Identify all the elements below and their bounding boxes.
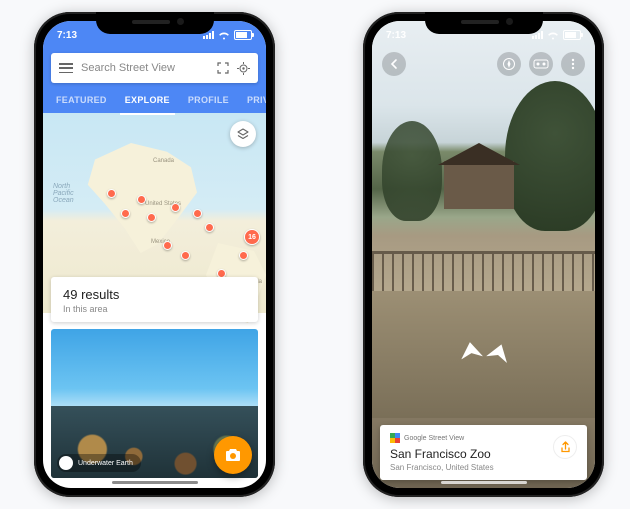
- streetview-toolbar: [382, 51, 585, 77]
- results-card[interactable]: 49 results In this area: [51, 277, 258, 322]
- more-button[interactable]: [561, 52, 585, 76]
- wifi-icon: [218, 31, 230, 40]
- screen-streetview: 7:13: [372, 21, 595, 488]
- map-marker[interactable]: [239, 251, 248, 260]
- wifi-icon: [547, 31, 559, 40]
- scene-tree: [382, 121, 442, 221]
- camera-icon: [224, 447, 242, 463]
- map-marker[interactable]: [181, 251, 190, 260]
- search-bar[interactable]: Search Street View: [51, 53, 258, 83]
- photo-credit: Underwater Earth: [57, 454, 141, 472]
- fullscreen-icon[interactable]: [216, 61, 230, 75]
- home-indicator[interactable]: [112, 481, 198, 484]
- marker-cluster[interactable]: 16: [244, 229, 260, 245]
- google-icon: [390, 433, 400, 443]
- location-title: San Francisco Zoo: [390, 447, 577, 461]
- more-vert-icon: [567, 58, 579, 70]
- results-subtitle: In this area: [63, 304, 246, 314]
- menu-icon[interactable]: [59, 63, 73, 73]
- status-time: 7:13: [57, 30, 77, 41]
- layers-button[interactable]: [230, 121, 256, 147]
- device-notch: [96, 12, 214, 34]
- scene-tree: [505, 81, 595, 231]
- scene-building: [444, 161, 514, 209]
- battery-icon: [234, 30, 252, 40]
- map-marker[interactable]: [107, 189, 116, 198]
- battery-icon: [563, 30, 581, 40]
- streetview-panorama[interactable]: [372, 21, 595, 488]
- search-input[interactable]: Search Street View: [81, 62, 210, 74]
- share-button[interactable]: [553, 435, 577, 459]
- location-subtitle: San Francisco, United States: [390, 463, 577, 472]
- camera-fab[interactable]: [214, 436, 252, 474]
- device-notch: [425, 12, 543, 34]
- app-attribution: Google Street View: [390, 433, 577, 443]
- share-icon: [560, 441, 571, 453]
- app-name: Google Street View: [404, 435, 464, 442]
- back-button[interactable]: [382, 52, 406, 76]
- home-indicator[interactable]: [441, 481, 527, 484]
- screen-explore: 7:13 Search Street View FEAT: [43, 21, 266, 488]
- tab-private[interactable]: PRIVATE: [242, 89, 266, 113]
- arrow-left-icon: [387, 57, 401, 71]
- location-card[interactable]: Google Street View San Francisco Zoo San…: [380, 425, 587, 480]
- avatar: [59, 456, 73, 470]
- country-label: Canada: [153, 158, 174, 164]
- map-marker[interactable]: [163, 241, 172, 250]
- map-marker[interactable]: [171, 203, 180, 212]
- phone-mockup-explore: 7:13 Search Street View FEAT: [34, 12, 275, 497]
- cardboard-icon: [533, 59, 549, 69]
- tab-bar: FEATURED EXPLORE PROFILE PRIVATE: [43, 89, 266, 113]
- status-time: 7:13: [386, 30, 406, 41]
- tab-featured[interactable]: FEATURED: [51, 89, 112, 113]
- compass-button[interactable]: [497, 52, 521, 76]
- credit-label: Underwater Earth: [78, 460, 133, 467]
- map-marker[interactable]: [193, 209, 202, 218]
- results-title: 49 results: [63, 287, 246, 302]
- tab-profile[interactable]: PROFILE: [183, 89, 234, 113]
- cardboard-button[interactable]: [529, 52, 553, 76]
- ocean-label: North Pacific Ocean: [53, 183, 74, 204]
- map-marker[interactable]: [147, 213, 156, 222]
- scene-ground: [372, 291, 595, 418]
- map-marker[interactable]: [137, 195, 146, 204]
- compass-icon: [502, 57, 516, 71]
- phone-mockup-streetview: 7:13: [363, 12, 604, 497]
- map-marker[interactable]: [121, 209, 130, 218]
- locate-icon[interactable]: [236, 61, 250, 75]
- map-marker[interactable]: [205, 223, 214, 232]
- tab-explore[interactable]: EXPLORE: [120, 89, 175, 113]
